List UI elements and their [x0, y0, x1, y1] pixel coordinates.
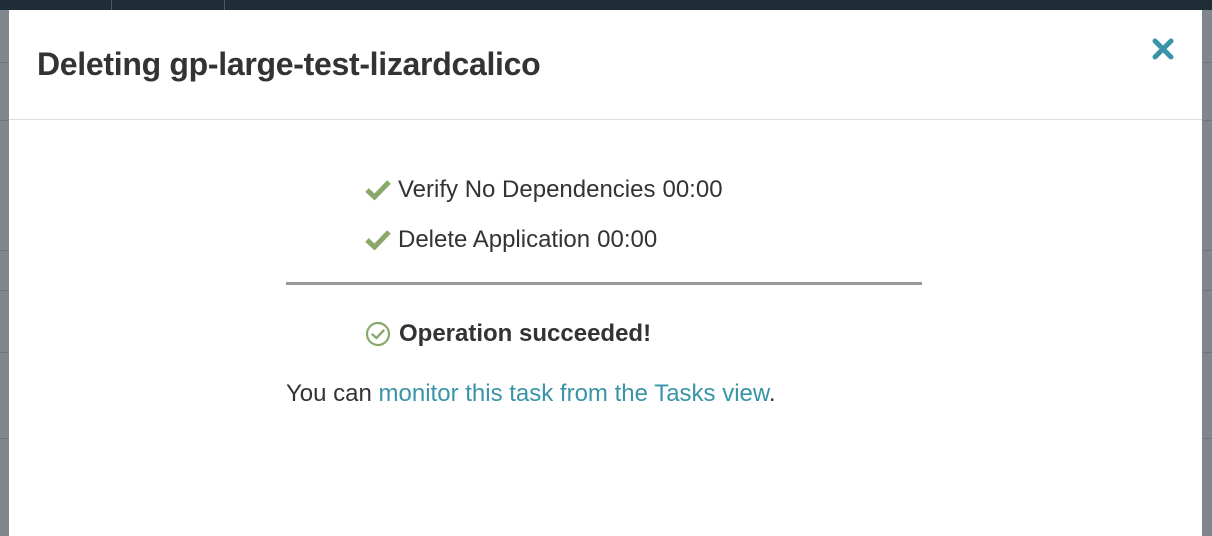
modal-header: Deleting gp-large-test-lizardcalico: [9, 10, 1202, 120]
step-list: Verify No Dependencies 00:00 Delete Appl…: [364, 165, 764, 265]
step-label: Verify No Dependencies: [398, 176, 656, 203]
result-text: Operation succeeded!: [399, 320, 652, 347]
monitor-message: You can monitor this task from the Tasks…: [286, 380, 776, 408]
monitor-prefix: You can: [286, 380, 379, 407]
modal-title: Deleting gp-large-test-lizardcalico: [37, 46, 541, 82]
tasks-view-link[interactable]: monitor this task from the Tasks view: [379, 380, 769, 407]
delete-progress-modal: Deleting gp-large-test-lizardcalico Veri…: [9, 10, 1202, 536]
circle-check-icon: [365, 321, 391, 347]
progress-divider: [286, 282, 922, 285]
modal-body: Verify No Dependencies 00:00 Delete Appl…: [9, 120, 1202, 536]
step-verify-no-dependencies: Verify No Dependencies 00:00: [364, 165, 764, 215]
checkmark-icon: [365, 180, 391, 201]
step-delete-application: Delete Application 00:00: [364, 215, 764, 265]
checkmark-icon: [365, 230, 391, 251]
close-button[interactable]: [1148, 34, 1178, 64]
monitor-suffix: .: [768, 380, 776, 407]
operation-result: Operation succeeded!: [365, 320, 651, 348]
step-time: 00:00: [597, 226, 658, 253]
background-tab-separator: [111, 0, 112, 10]
step-label: Delete Application: [398, 226, 591, 253]
close-x-icon: [1152, 38, 1174, 60]
step-time: 00:00: [662, 176, 723, 203]
background-topbar: [0, 0, 1212, 10]
background-tab-separator: [224, 0, 225, 10]
